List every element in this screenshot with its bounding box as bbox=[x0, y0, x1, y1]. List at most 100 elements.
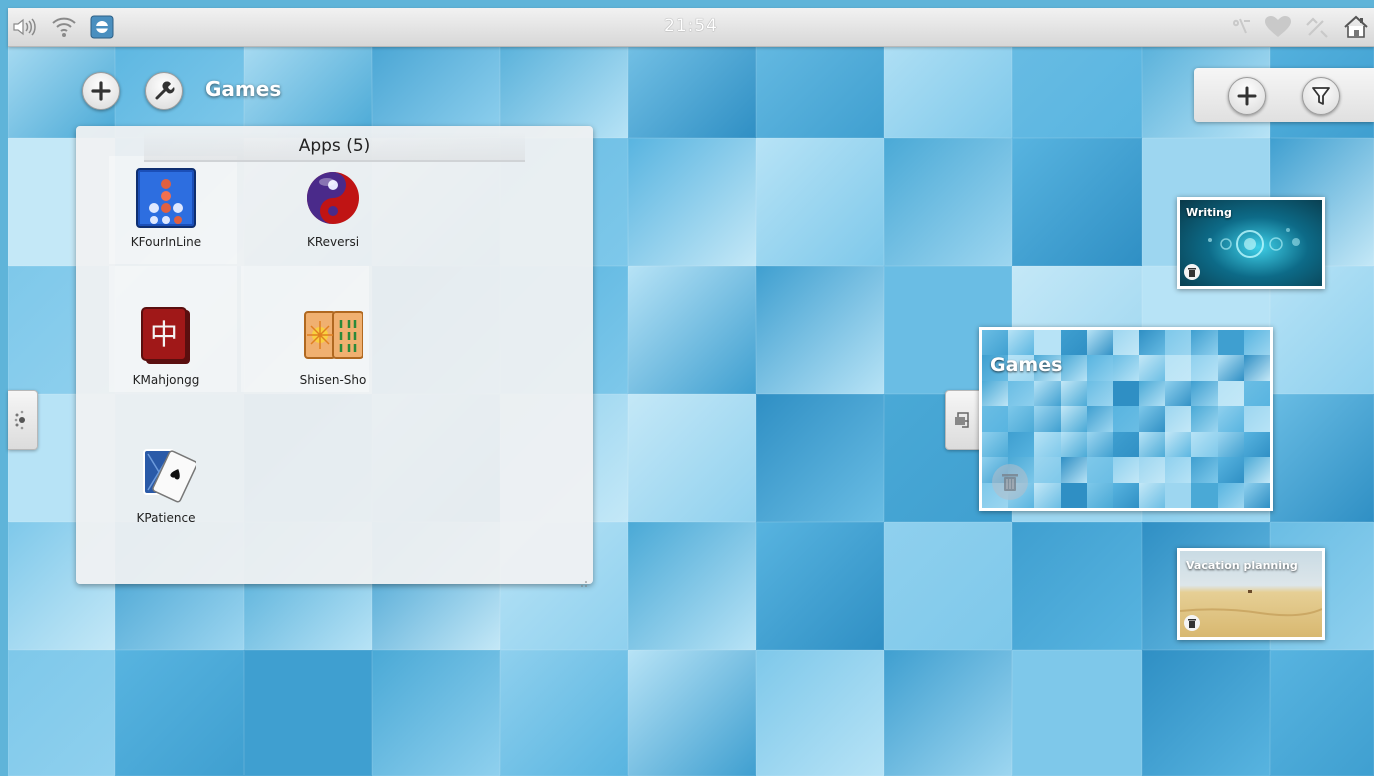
wallpaper-tile bbox=[1012, 522, 1142, 650]
kreversi-icon bbox=[303, 168, 363, 228]
thumbnail-tile bbox=[1034, 431, 1062, 458]
thumbnail-tile bbox=[1139, 457, 1166, 484]
desktop: 21:54 Games Apps (5) KFourInLine KRevers… bbox=[0, 0, 1374, 776]
add-icon bbox=[1237, 86, 1257, 106]
wallpaper-tile bbox=[628, 650, 756, 776]
app-label: KPatience bbox=[136, 511, 196, 525]
thumbnail-tile bbox=[1217, 330, 1245, 356]
thumbnail-tile bbox=[1086, 406, 1114, 433]
thumbnail-tile bbox=[1060, 457, 1088, 484]
thumbnail-tile bbox=[1086, 330, 1114, 356]
activities-toolbar bbox=[1194, 68, 1374, 122]
thumbnail-tile bbox=[1008, 406, 1035, 433]
thumbnail-tile bbox=[1008, 380, 1035, 407]
thumbnail-tile bbox=[1217, 457, 1245, 484]
thumbnail-tile bbox=[1243, 355, 1270, 382]
thumbnail-tile bbox=[1217, 482, 1245, 508]
thumbnail-tile bbox=[1243, 482, 1270, 508]
add-activity-button[interactable] bbox=[1228, 77, 1266, 115]
thumbnail-tile bbox=[1060, 380, 1088, 407]
wallpaper-tile bbox=[628, 266, 756, 394]
favorite-heart-icon[interactable] bbox=[1264, 14, 1292, 40]
thumbnail-tile bbox=[982, 406, 1009, 433]
app-label: KMahjongg bbox=[132, 373, 200, 387]
thumbnail-tile bbox=[982, 380, 1009, 407]
thumbnail-tile bbox=[1243, 431, 1270, 458]
wallpaper-tile bbox=[756, 138, 884, 266]
notifications-icon[interactable] bbox=[1228, 14, 1256, 40]
wallpaper-tile bbox=[628, 522, 756, 650]
thumbnail-tile bbox=[1060, 355, 1088, 382]
toolbox-handle[interactable] bbox=[8, 390, 38, 450]
thumbnail-tile bbox=[1191, 406, 1219, 433]
thumbnail-tile bbox=[1243, 380, 1270, 407]
status-bar: 21:54 bbox=[8, 8, 1374, 47]
thumbnail-tile bbox=[1086, 457, 1114, 484]
wallpaper-tile bbox=[1012, 138, 1142, 266]
thumbnail-tile bbox=[1165, 482, 1192, 508]
thumbnail-tile bbox=[1217, 406, 1245, 433]
resize-grip[interactable] bbox=[581, 572, 587, 587]
thumbnail-tile bbox=[1191, 330, 1219, 356]
add-icon bbox=[91, 81, 111, 101]
wallpaper-tile bbox=[244, 650, 372, 776]
app-kfourinline[interactable]: KFourInLine bbox=[106, 168, 226, 298]
activity-switcher-handle[interactable] bbox=[945, 390, 980, 450]
thumbnail-tile bbox=[1165, 406, 1192, 433]
delete-activity-button[interactable] bbox=[1184, 615, 1200, 631]
activity-title: Vacation planning bbox=[1186, 559, 1298, 572]
thumbnail-tile bbox=[1112, 380, 1140, 407]
filter-icon bbox=[1312, 87, 1330, 105]
thumbnail-tile bbox=[982, 431, 1009, 458]
thumbnail-tile bbox=[982, 330, 1009, 356]
thumbnail-tile bbox=[1034, 380, 1062, 407]
delete-activity-button[interactable] bbox=[1184, 264, 1200, 280]
thumbnail-tile bbox=[1191, 355, 1219, 382]
activity-title: Games bbox=[990, 354, 1063, 376]
wallpaper-tile bbox=[628, 138, 756, 266]
thumbnail-tile bbox=[1243, 406, 1270, 433]
wallpaper-tile bbox=[372, 650, 500, 776]
thumbnail-tile bbox=[1086, 380, 1114, 407]
thumbnail-tile bbox=[1217, 355, 1245, 382]
app-label: KReversi bbox=[306, 235, 360, 249]
thumbnail-tile bbox=[1165, 330, 1192, 356]
tools-icon[interactable] bbox=[1304, 14, 1332, 40]
folder-title: Apps (5) bbox=[144, 132, 525, 162]
thumbnail-tile bbox=[1139, 355, 1166, 382]
activity-title[interactable]: Games bbox=[205, 77, 281, 101]
thumbnail-tile bbox=[1112, 406, 1140, 433]
delete-activity-button[interactable] bbox=[992, 464, 1028, 500]
wallpaper-tile bbox=[884, 522, 1012, 650]
activity-thumbnail-writing[interactable]: Writing bbox=[1177, 197, 1325, 289]
add-widget-button[interactable] bbox=[82, 72, 120, 110]
thumbnail-tile bbox=[1191, 431, 1219, 458]
thumbnail-tile bbox=[1086, 482, 1114, 508]
app-kmahjongg[interactable]: 中 KMahjongg bbox=[106, 306, 226, 436]
trash-icon bbox=[1002, 474, 1018, 491]
thumbnail-tile bbox=[1112, 457, 1140, 484]
thumbnail-tile bbox=[1034, 482, 1062, 508]
activity-thumbnail-vacation-planning[interactable]: Vacation planning bbox=[1177, 548, 1325, 640]
svg-text:中: 中 bbox=[150, 318, 178, 351]
filter-button[interactable] bbox=[1302, 77, 1340, 115]
app-kreversi[interactable]: KReversi bbox=[273, 168, 393, 298]
wallpaper-tile bbox=[1142, 650, 1270, 776]
thumbnail-tile bbox=[1086, 355, 1114, 382]
thumbnail-tile bbox=[1034, 406, 1062, 433]
wallpaper-tile bbox=[884, 650, 1012, 776]
wallpaper-tile bbox=[8, 650, 115, 776]
wallpaper-tile bbox=[1012, 650, 1142, 776]
thumbnail-tile bbox=[1060, 431, 1088, 458]
app-shisen-sho[interactable]: Shisen-Sho bbox=[273, 306, 393, 436]
thumbnail-tile bbox=[1165, 355, 1192, 382]
configure-activity-button[interactable] bbox=[145, 72, 183, 110]
app-label: KFourInLine bbox=[130, 235, 202, 249]
thumbnail-tile bbox=[1217, 431, 1245, 458]
activity-thumbnail-games[interactable]: Games bbox=[979, 327, 1273, 511]
app-kpatience[interactable]: KPatience bbox=[106, 444, 226, 574]
wallpaper-tile bbox=[115, 650, 244, 776]
switch-activity-icon bbox=[955, 412, 969, 428]
home-icon[interactable] bbox=[1342, 14, 1370, 40]
thumbnail-tile bbox=[1060, 482, 1088, 508]
